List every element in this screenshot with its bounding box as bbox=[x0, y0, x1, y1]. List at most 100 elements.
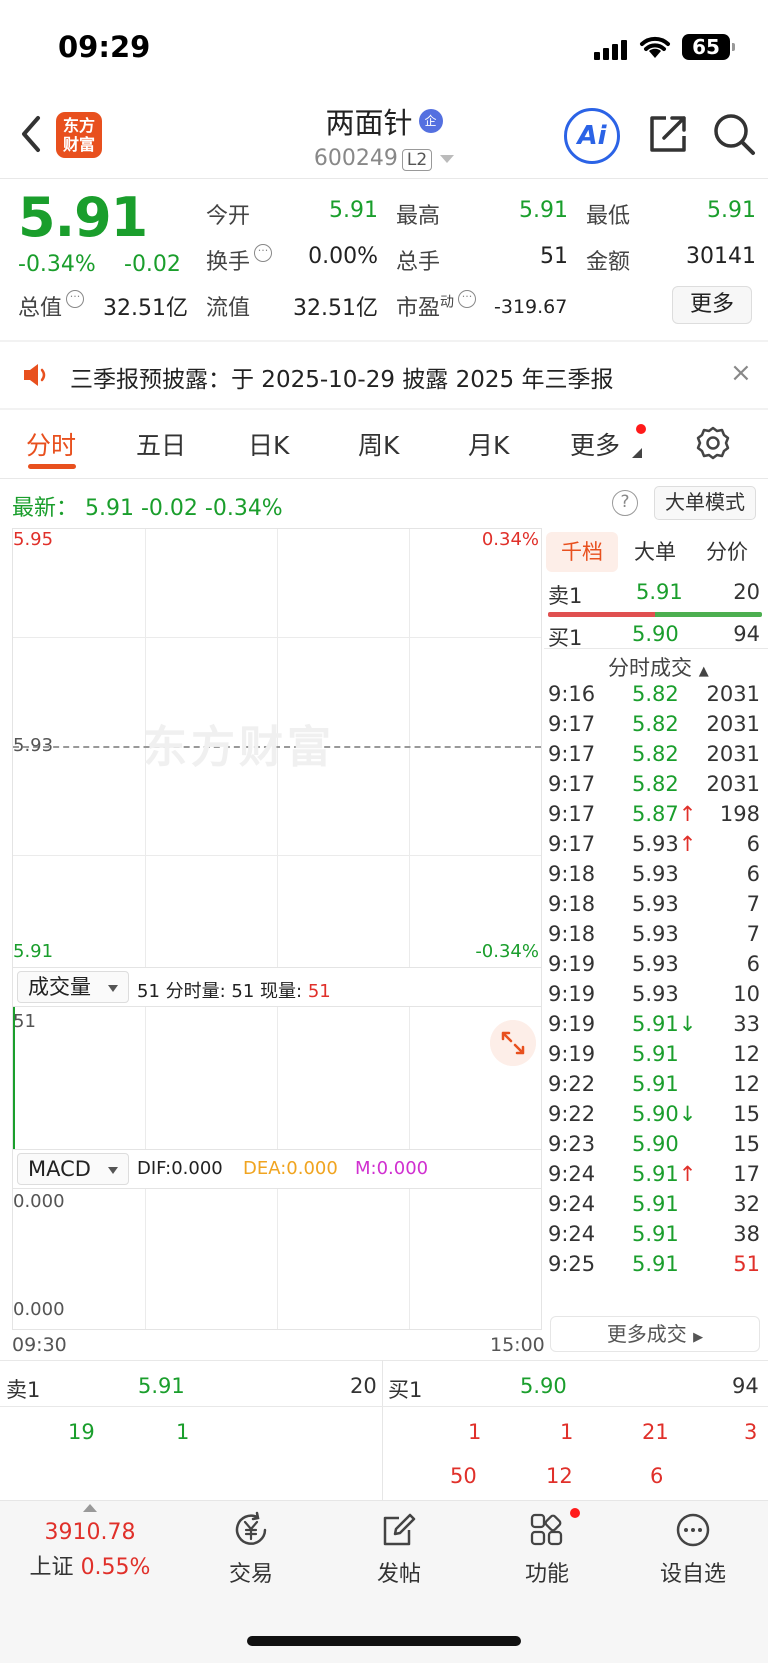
trade-row: 9:16 5.82 2031 bbox=[548, 682, 760, 706]
trade-row: 9:24 5.91 32 bbox=[548, 1192, 760, 1216]
turnover-value: 0.00% bbox=[308, 244, 378, 269]
gear-icon[interactable] bbox=[696, 426, 730, 460]
ask-queue-item: 19 bbox=[68, 1420, 95, 1444]
bid-queue-item: 3 bbox=[744, 1420, 758, 1444]
time-axis-end: 15:00 bbox=[490, 1334, 545, 1356]
y-axis-bottom: 5.91 bbox=[13, 941, 54, 962]
volume-chart[interactable]: 51 bbox=[12, 1006, 542, 1150]
tab-five-day[interactable]: 五日 bbox=[136, 426, 186, 462]
bid-queue-item: 1 bbox=[468, 1420, 482, 1444]
time-axis-start: 09:30 bbox=[12, 1334, 67, 1356]
index-ticker[interactable]: 3910.78 上证 0.55% bbox=[20, 1504, 160, 1581]
ai-button[interactable]: Ai bbox=[564, 108, 620, 164]
bid-queue-item: 1 bbox=[560, 1420, 574, 1444]
macd-panel-header: MACD DIF:0.000 DEA:0.000 M:0.000 bbox=[12, 1150, 542, 1188]
pe-label[interactable]: 市盈动 ··· bbox=[396, 290, 477, 322]
cellular-signal-icon bbox=[594, 38, 630, 60]
trade-row: 9:17 5.93↑ 6 bbox=[548, 832, 760, 856]
notice-text[interactable]: 三季报预披露：于 2025-10-29 披露 2025 年三季报 bbox=[70, 360, 613, 394]
help-icon[interactable]: ? bbox=[612, 490, 638, 516]
wifi-icon bbox=[640, 36, 670, 58]
bid-queue-item: 50 bbox=[450, 1464, 477, 1488]
tab-depth[interactable]: 千档 bbox=[546, 532, 618, 572]
pct-axis-top: 0.34% bbox=[481, 529, 539, 550]
turnover-label[interactable]: 换手 ··· bbox=[206, 244, 273, 276]
tabbar-functions[interactable]: 功能 bbox=[482, 1510, 612, 1588]
right-panel-divider bbox=[544, 648, 768, 649]
volume-indicator-select[interactable]: 成交量 bbox=[17, 971, 129, 1003]
tabs-divider bbox=[0, 478, 768, 479]
ob-bid-label: 买1 bbox=[388, 1378, 423, 1402]
tabbar-trade[interactable]: 交易 bbox=[186, 1510, 316, 1588]
tab-price-distribution[interactable]: 分价 bbox=[692, 532, 762, 572]
trade-row: 9:22 5.91 12 bbox=[548, 1072, 760, 1096]
trade-row: 9:18 5.93 7 bbox=[548, 922, 760, 946]
macd-axis-bottom: 0.000 bbox=[13, 1299, 65, 1320]
big-order-mode-button[interactable]: 大单模式 bbox=[654, 486, 756, 520]
tabbar-add-watchlist[interactable]: 设自选 bbox=[628, 1510, 758, 1588]
notice-divider bbox=[0, 408, 768, 410]
trade-row: 9:17 5.82 2031 bbox=[548, 772, 760, 796]
index-percent: 0.55% bbox=[80, 1555, 151, 1580]
macd-indicator-select[interactable]: MACD bbox=[17, 1153, 129, 1185]
ob-bid-vol: 94 bbox=[732, 1374, 759, 1398]
bid-queue-item: 21 bbox=[642, 1420, 669, 1444]
orderbook-center-divider bbox=[382, 1360, 383, 1500]
more-circle-icon bbox=[676, 1513, 710, 1547]
tab-daily-k[interactable]: 日K bbox=[248, 426, 289, 462]
mktcap-value: 32.51亿 bbox=[103, 296, 188, 321]
grid-apps-icon bbox=[530, 1513, 563, 1546]
orderbook-top-divider bbox=[0, 1360, 768, 1361]
tab-intraday[interactable]: 分时 bbox=[26, 426, 76, 462]
right-panel-tabs: 千档 大单 分价 bbox=[546, 532, 762, 572]
intraday-chart[interactable]: 东方财富 5.95 5.93 5.91 0.34% -0.34% bbox=[12, 528, 542, 968]
low-label: 最低 bbox=[586, 204, 631, 229]
more-quote-button[interactable]: 更多 bbox=[672, 286, 752, 324]
more-trades-button[interactable]: 更多成交 ▶ bbox=[550, 1316, 760, 1352]
trade-row: 9:19 5.91↓ 33 bbox=[548, 1012, 760, 1036]
tab-monthly-k[interactable]: 月K bbox=[468, 426, 509, 462]
trade-row: 9:19 5.93 10 bbox=[548, 982, 760, 1006]
change-percent: -0.34% bbox=[18, 252, 96, 277]
high-label: 最高 bbox=[396, 204, 441, 229]
enterprise-badge: 企 bbox=[418, 109, 443, 133]
macd-axis-top: 0.000 bbox=[13, 1191, 65, 1212]
trades-title[interactable]: 分时成交 ▲ bbox=[608, 652, 709, 682]
home-indicator[interactable] bbox=[247, 1636, 521, 1646]
trade-row: 9:25 5.91 51 bbox=[548, 1252, 760, 1276]
bid-ask-ratio-bar bbox=[548, 612, 762, 617]
bid-queue-item: 12 bbox=[546, 1464, 573, 1488]
info-dots-icon: ··· bbox=[66, 290, 85, 308]
ob-ask-label: 卖1 bbox=[6, 1378, 41, 1402]
edit-icon bbox=[383, 1513, 416, 1546]
info-dots-icon: ··· bbox=[458, 290, 477, 308]
close-notice-icon[interactable]: × bbox=[730, 358, 752, 388]
float-value: 32.51亿 bbox=[293, 296, 378, 321]
amount-label: 金额 bbox=[586, 250, 631, 275]
tab-weekly-k[interactable]: 周K bbox=[358, 426, 399, 462]
trade-row: 9:19 5.91 12 bbox=[548, 1042, 760, 1066]
mktcap-label[interactable]: 总值 ··· bbox=[18, 290, 85, 322]
volume-value: 51 bbox=[540, 244, 568, 269]
tabbar-post[interactable]: 发帖 bbox=[334, 1510, 464, 1588]
trade-row: 9:17 5.82 2031 bbox=[548, 712, 760, 736]
tab-big-orders[interactable]: 大单 bbox=[620, 532, 690, 572]
macd-m: M:0.000 bbox=[355, 1158, 429, 1179]
index-name: 上证 bbox=[29, 1555, 74, 1580]
trade-row: 9:22 5.90↓ 15 bbox=[548, 1102, 760, 1126]
bid-queue-item: 6 bbox=[650, 1464, 664, 1488]
tab-more[interactable]: 更多 bbox=[570, 426, 620, 462]
share-icon[interactable] bbox=[648, 114, 688, 154]
trade-row: 9:18 5.93 6 bbox=[548, 862, 760, 886]
volume-bar bbox=[13, 1007, 15, 1149]
macd-dea: DEA:0.000 bbox=[243, 1158, 338, 1179]
orderbook-mid-divider bbox=[0, 1406, 768, 1407]
y-axis-top: 5.95 bbox=[13, 529, 54, 550]
trade-row: 9:24 5.91 38 bbox=[548, 1222, 760, 1246]
macd-chart[interactable]: 0.000 0.000 bbox=[12, 1188, 542, 1330]
expand-icon[interactable] bbox=[490, 1020, 536, 1066]
search-icon[interactable] bbox=[712, 112, 756, 156]
pe-value: -319.67 bbox=[494, 296, 568, 318]
level2-badge: L2 bbox=[401, 149, 433, 171]
volume-axis-max: 51 bbox=[13, 1011, 36, 1032]
